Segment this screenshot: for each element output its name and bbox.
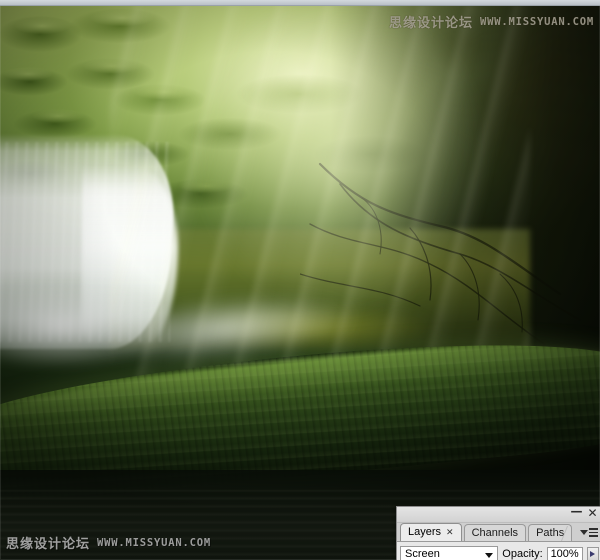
tab-channels[interactable]: Channels: [463, 524, 527, 541]
canvas-edge: [0, 4, 600, 560]
blend-mode-select[interactable]: Screen: [400, 546, 499, 560]
tab-channels-label: Channels: [471, 526, 519, 539]
blend-opacity-row: Screen Opacity: 100%: [397, 542, 600, 560]
minimize-icon[interactable]: —: [571, 507, 583, 517]
blend-mode-value: Screen: [405, 548, 440, 560]
chevron-down-icon: [580, 530, 588, 535]
panel-titlebar[interactable]: — ✕: [397, 507, 600, 523]
panel-tab-bar: Layers ✕ Channels Paths: [397, 523, 600, 542]
opacity-input[interactable]: 100%: [546, 546, 583, 560]
opacity-slider-button[interactable]: [586, 546, 599, 560]
tab-close-icon[interactable]: ✕: [446, 528, 454, 537]
window-title-strip: [0, 0, 600, 6]
photoshop-window: 思缘设计论坛 WWW.MISSYUAN.COM 思缘设计论坛 WWW.MISSY…: [0, 0, 600, 560]
tab-paths-label: Paths: [536, 526, 565, 539]
tab-layers-label: Layers: [408, 526, 442, 538]
opacity-label: Opacity:: [502, 548, 543, 560]
menu-lines-icon: [589, 528, 598, 537]
panel-flyout-menu-icon[interactable]: [579, 525, 599, 540]
image-canvas[interactable]: 思缘设计论坛 WWW.MISSYUAN.COM 思缘设计论坛 WWW.MISSY…: [0, 4, 600, 560]
close-icon[interactable]: ✕: [587, 507, 598, 519]
layers-panel[interactable]: — ✕ Layers ✕ Channels Paths Screen Opaci…: [396, 506, 600, 560]
panel-window-controls: — ✕: [571, 507, 598, 519]
chevron-down-icon: [485, 553, 494, 558]
tab-layers[interactable]: Layers ✕: [400, 523, 462, 541]
play-triangle-icon: [590, 551, 596, 557]
